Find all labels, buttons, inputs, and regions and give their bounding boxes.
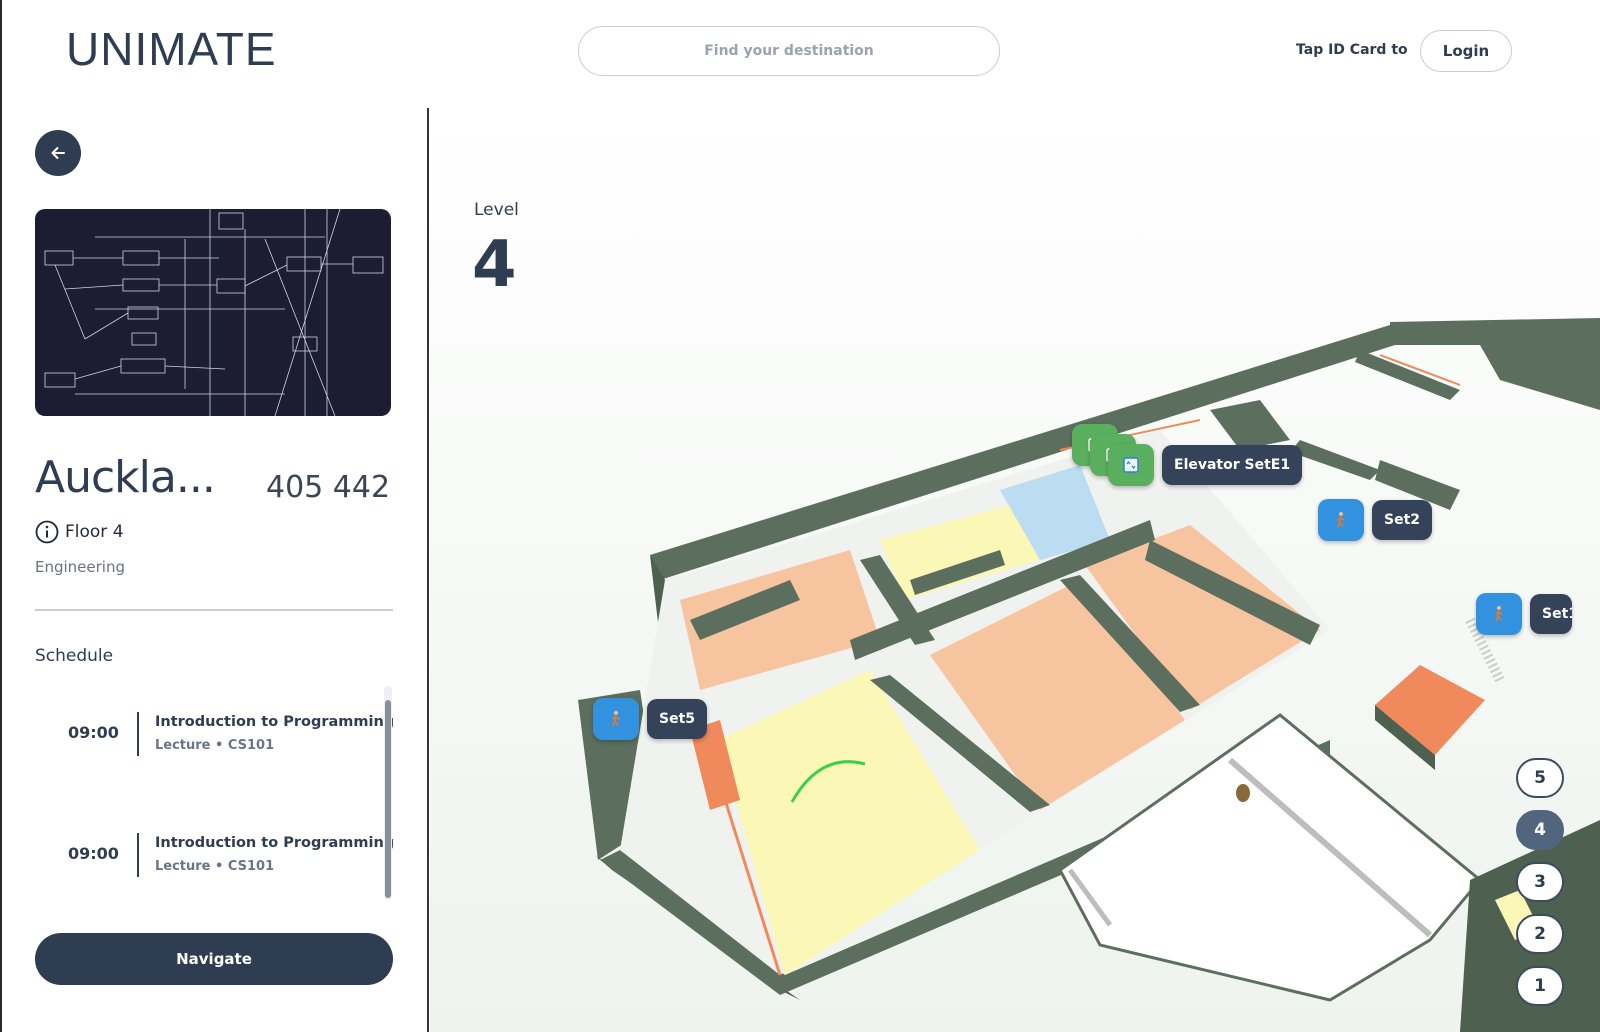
level-number: 4 bbox=[472, 228, 517, 302]
location-thumbnail bbox=[35, 209, 391, 416]
schedule-course-name: Introduction to Programming bbox=[155, 714, 395, 730]
tap-id-card-text: Tap ID Card to bbox=[1296, 42, 1408, 58]
stairs-pin-label[interactable]: Set2 bbox=[1372, 500, 1433, 540]
floor-button-4[interactable]: 4 bbox=[1516, 810, 1564, 850]
flowchart-image bbox=[44, 209, 384, 416]
search-bar[interactable] bbox=[578, 26, 1000, 76]
elevator-icon[interactable] bbox=[1108, 444, 1154, 486]
section-divider bbox=[35, 609, 393, 611]
level-label: Level bbox=[474, 200, 519, 220]
location-title: Auckla... bbox=[35, 452, 216, 503]
elevator-symbol-icon bbox=[1123, 457, 1139, 473]
stairs-pin-set1[interactable]: Set1 bbox=[1476, 593, 1572, 635]
window-edge bbox=[0, 0, 2, 1032]
stairs-pin-label[interactable]: Set5 bbox=[647, 699, 708, 739]
department-label: Engineering bbox=[35, 558, 125, 576]
floor-info: Floor 4 bbox=[35, 520, 124, 544]
stairs-pin-set5[interactable]: Set5 bbox=[593, 698, 708, 740]
person-walking-icon[interactable] bbox=[1476, 593, 1522, 635]
floor-map-3d[interactable] bbox=[430, 108, 1600, 1032]
panel-divider bbox=[427, 108, 429, 1032]
floor-button-1[interactable]: 1 bbox=[1516, 966, 1564, 1006]
person-walking-icon[interactable] bbox=[593, 698, 639, 740]
schedule-list: 09:00 Introduction to Programming Lectur… bbox=[35, 688, 394, 900]
floor-label: Floor 4 bbox=[65, 522, 124, 542]
schedule-scrollbar[interactable] bbox=[385, 700, 391, 898]
stairs-pin-set2[interactable]: Set2 bbox=[1318, 499, 1433, 541]
elevator-pin-label[interactable]: Elevator SetE1 bbox=[1162, 445, 1303, 485]
schedule-item[interactable]: 09:00 Introduction to Programming Lectur… bbox=[35, 698, 394, 758]
floor-button-2[interactable]: 2 bbox=[1516, 914, 1564, 954]
schedule-course-name: Introduction to Programming bbox=[155, 835, 395, 851]
arrow-left-icon bbox=[51, 147, 65, 159]
floor-button-5[interactable]: 5 bbox=[1516, 758, 1564, 798]
login-button[interactable]: Login bbox=[1420, 30, 1512, 72]
schedule-time: 09:00 bbox=[68, 844, 119, 863]
navigate-button[interactable]: Navigate bbox=[35, 933, 393, 985]
schedule-course-detail: Lecture • CS101 bbox=[155, 859, 275, 874]
room-number: 405 442 bbox=[266, 470, 391, 505]
person-walking-icon[interactable] bbox=[1318, 499, 1364, 541]
elevator-pin[interactable]: Elevator SetE1 bbox=[1108, 444, 1303, 486]
schedule-separator bbox=[137, 712, 139, 756]
stairs-pin-label[interactable]: Set1 bbox=[1530, 594, 1572, 634]
search-input[interactable] bbox=[579, 42, 999, 60]
schedule-course-detail: Lecture • CS101 bbox=[155, 738, 275, 753]
schedule-heading: Schedule bbox=[35, 646, 114, 666]
back-button[interactable] bbox=[35, 130, 81, 176]
schedule-item[interactable]: 09:00 Introduction to Programming Lectur… bbox=[35, 819, 394, 879]
schedule-separator bbox=[137, 833, 139, 877]
info-icon bbox=[35, 520, 59, 544]
schedule-time: 09:00 bbox=[68, 723, 119, 742]
floor-button-3[interactable]: 3 bbox=[1516, 862, 1564, 902]
app-logo: UNIMATE bbox=[66, 23, 277, 75]
